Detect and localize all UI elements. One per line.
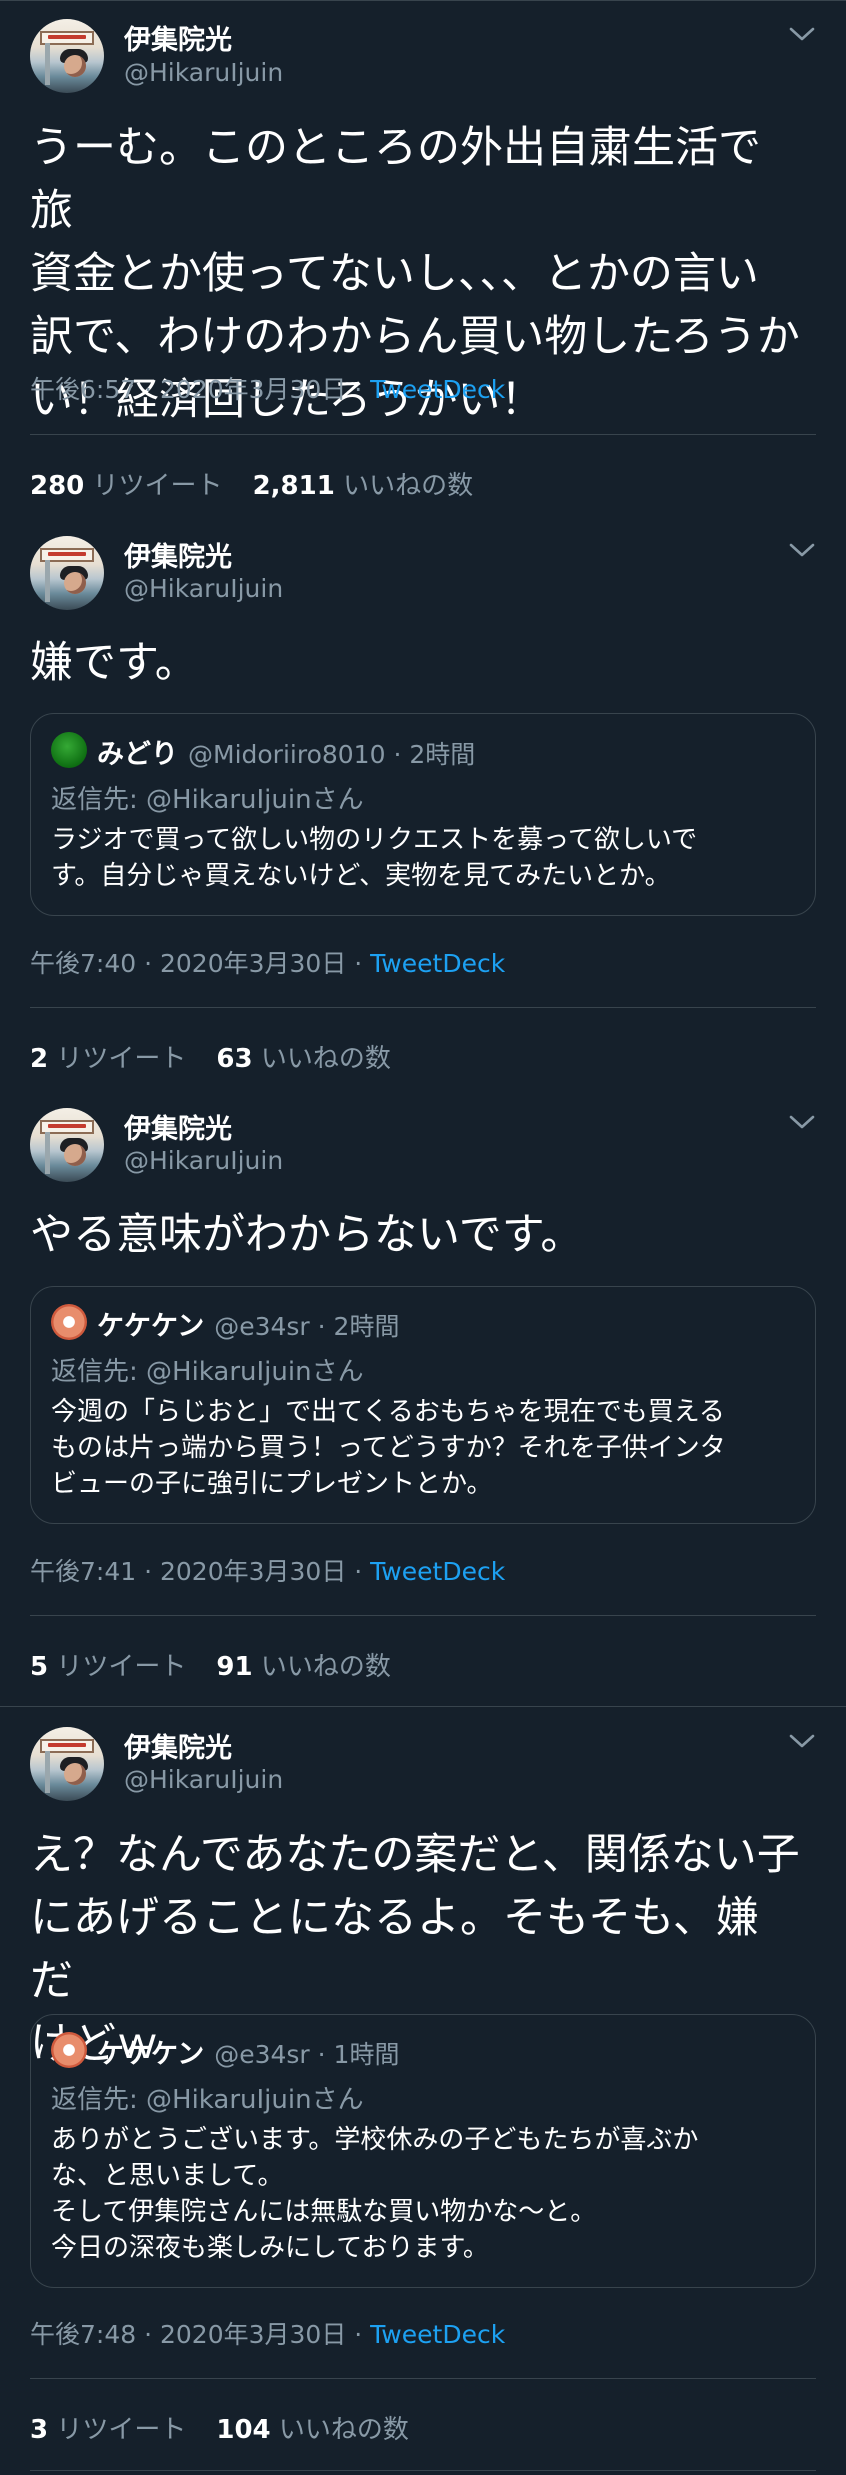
author-handle[interactable]: @HikaruIjuin — [124, 58, 283, 87]
quote-avatar — [51, 1304, 87, 1340]
retweet-count[interactable]: 3 リツイート — [30, 2415, 186, 2445]
author-name[interactable]: 伊集院光 — [124, 1726, 232, 1765]
client-link[interactable]: TweetDeck — [370, 949, 505, 978]
tweet-stats: 3 リツイート 104 いいねの数 — [30, 2409, 409, 2446]
author-name[interactable]: 伊集院光 — [124, 535, 232, 574]
divider — [30, 434, 816, 435]
timestamp[interactable]: 午後6:57 · 2020年3月30日 · — [30, 375, 370, 404]
quote-avatar — [51, 2032, 87, 2068]
tweet-timestamp: 午後7:41 · 2020年3月30日 · TweetDeck — [30, 1552, 505, 1588]
tweet-stats: 5 リツイート 91 いいねの数 — [30, 1646, 391, 1683]
like-count[interactable]: 63 いいねの数 — [216, 1044, 390, 1074]
chevron-down-icon[interactable] — [788, 542, 816, 560]
client-link[interactable]: TweetDeck — [370, 2320, 505, 2349]
author-handle[interactable]: @HikaruIjuin — [124, 1146, 283, 1175]
like-count[interactable]: 104 いいねの数 — [216, 2415, 409, 2445]
quote-reply-to: 返信先: @HikaruIjuinさん — [51, 2085, 364, 2115]
bottom-divider — [30, 2470, 816, 2471]
quoted-tweet[interactable]: みどり @Midoriiro8010 · 2時間 返信先: @HikaruIjui… — [30, 713, 816, 916]
tweet-text: 嫌です。 — [30, 638, 198, 688]
author-handle[interactable]: @HikaruIjuin — [124, 574, 283, 603]
avatar[interactable] — [30, 536, 104, 610]
quote-reply-to: 返信先: @HikaruIjuinさん — [51, 1357, 364, 1387]
author-name[interactable]: 伊集院光 — [124, 1107, 232, 1146]
quote-author: ケケケン @e34sr · 1時間 — [97, 2039, 400, 2070]
quote-handle: @e34sr · 2時間 — [214, 1312, 400, 1341]
chevron-down-icon[interactable] — [788, 1733, 816, 1751]
divider — [30, 1615, 816, 1616]
author-handle[interactable]: @HikaruIjuin — [124, 1765, 283, 1794]
tweet-timestamp: 午後6:57 · 2020年3月30日 · TweetDeck — [30, 370, 505, 406]
retweet-count[interactable]: 5 リツイート — [30, 1652, 186, 1682]
tweet-separator — [0, 1706, 846, 1707]
avatar[interactable] — [30, 1727, 104, 1801]
divider — [30, 1007, 816, 1008]
like-count[interactable]: 2,811 いいねの数 — [253, 471, 474, 501]
divider — [30, 2378, 816, 2379]
avatar[interactable] — [30, 19, 104, 93]
timestamp[interactable]: 午後7:40 · 2020年3月30日 · — [30, 949, 370, 978]
quote-handle: @e34sr · 1時間 — [214, 2040, 400, 2069]
tweet-timestamp: 午後7:48 · 2020年3月30日 · TweetDeck — [30, 2315, 505, 2351]
client-link[interactable]: TweetDeck — [370, 375, 505, 404]
retweet-count[interactable]: 2 リツイート — [30, 1044, 186, 1074]
quote-reply-to: 返信先: @HikaruIjuinさん — [51, 785, 364, 815]
tweet-timestamp: 午後7:40 · 2020年3月30日 · TweetDeck — [30, 944, 505, 980]
timestamp[interactable]: 午後7:41 · 2020年3月30日 · — [30, 1557, 370, 1586]
quoted-tweet[interactable]: ケケケン @e34sr · 2時間 返信先: @HikaruIjuinさん 今週の… — [30, 1286, 816, 1524]
chevron-down-icon[interactable] — [788, 1114, 816, 1132]
retweet-count[interactable]: 280 リツイート — [30, 471, 223, 501]
tweet-text: やる意味がわからないです。 — [30, 1210, 584, 1260]
chevron-down-icon[interactable] — [788, 26, 816, 44]
quote-author: みどり @Midoriiro8010 · 2時間 — [97, 739, 476, 770]
quote-text: ありがとうございます。学校休みの子どもたちが喜ぶか な、と思いまして。 そして伊… — [51, 2125, 699, 2263]
quote-text: 今週の「らじおと」で出てくるおもちゃを現在でも買える ものは片っ端から買う！って… — [51, 1397, 726, 1499]
avatar[interactable] — [30, 1108, 104, 1182]
tweet-stats: 280 リツイート 2,811 いいねの数 — [30, 465, 473, 502]
client-link[interactable]: TweetDeck — [370, 1557, 505, 1586]
quote-author: ケケケン @e34sr · 2時間 — [97, 1311, 400, 1342]
timestamp[interactable]: 午後7:48 · 2020年3月30日 · — [30, 2320, 370, 2349]
quote-text: ラジオで買って欲しい物のリクエストを募って欲しいで す。自分じゃ買えないけど、実… — [51, 825, 698, 891]
quote-handle: @Midoriiro8010 · 2時間 — [188, 740, 476, 769]
like-count[interactable]: 91 いいねの数 — [216, 1652, 390, 1682]
top-divider — [0, 0, 846, 1]
quoted-tweet[interactable]: ケケケン @e34sr · 1時間 返信先: @HikaruIjuinさん ありが… — [30, 2014, 816, 2288]
quote-avatar — [51, 732, 87, 768]
author-name[interactable]: 伊集院光 — [124, 18, 232, 57]
tweet-stats: 2 リツイート 63 いいねの数 — [30, 1038, 391, 1075]
